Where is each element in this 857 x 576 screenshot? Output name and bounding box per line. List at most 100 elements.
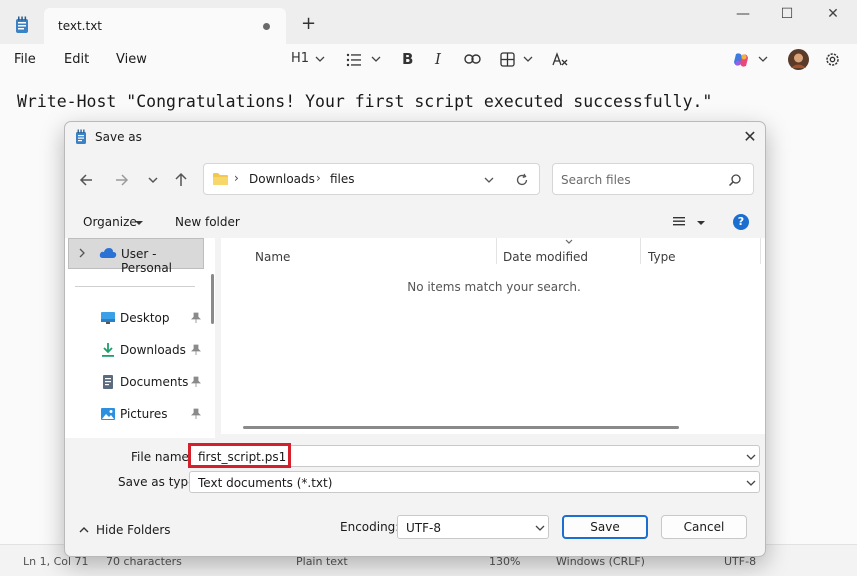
nav-item-label: Documents (120, 375, 189, 389)
help-button[interactable]: ? (733, 214, 749, 230)
italic-icon[interactable]: I (435, 50, 441, 70)
notepad-icon (76, 129, 86, 144)
copilot-icon[interactable] (732, 51, 750, 69)
chevron-down-icon[interactable] (757, 53, 769, 65)
breadcrumb-files[interactable]: files (330, 172, 355, 186)
list-icon[interactable] (346, 53, 362, 67)
chevron-down-icon[interactable] (370, 53, 382, 65)
up-arrow-icon[interactable] (169, 168, 193, 192)
tab-text-txt[interactable]: text.txt (44, 8, 286, 44)
breadcrumb-separator-icon[interactable]: › (234, 171, 239, 185)
expand-chevron-icon[interactable] (78, 248, 86, 258)
nav-item-desktop[interactable]: Desktop (65, 306, 205, 330)
address-bar[interactable]: › Downloads › files (203, 163, 540, 195)
nav-item-onedrive[interactable]: User - Personal (68, 238, 204, 275)
nav-item-downloads[interactable]: Downloads (65, 338, 205, 362)
column-divider[interactable] (496, 238, 497, 264)
nav-item-documents[interactable]: Documents (65, 370, 205, 394)
table-icon[interactable] (500, 52, 515, 67)
menu-edit[interactable]: Edit (64, 52, 89, 67)
menu-view[interactable]: View (116, 52, 147, 67)
chevron-down-icon[interactable] (483, 174, 495, 186)
nav-divider (75, 286, 195, 287)
save-as-type-select[interactable]: Text documents (*.txt) (189, 471, 760, 493)
view-options-icon[interactable] (672, 216, 686, 228)
folder-icon (213, 173, 228, 185)
horizontal-scrollbar[interactable] (243, 426, 679, 429)
save-as-type-value: Text documents (*.txt) (198, 476, 333, 490)
dialog-title: Save as (95, 130, 142, 144)
cancel-button[interactable]: Cancel (661, 515, 747, 539)
menu-bar: File Edit View H1 B I (0, 44, 857, 76)
pictures-icon (101, 408, 115, 420)
notepad-icon (16, 16, 28, 33)
encoding-select[interactable]: UTF-8 (397, 515, 549, 539)
sort-chevron-icon (565, 239, 573, 244)
tab-title: text.txt (58, 19, 103, 33)
refresh-icon[interactable] (515, 173, 529, 187)
chevron-down-icon[interactable] (745, 451, 757, 463)
column-header-type[interactable]: Type (648, 250, 676, 264)
chevron-down-icon[interactable] (522, 53, 534, 65)
link-icon[interactable] (464, 53, 481, 65)
chevron-down-icon[interactable] (314, 53, 326, 65)
nav-item-desktop[interactable] (65, 428, 205, 452)
new-tab-button[interactable]: + (301, 15, 316, 33)
back-arrow-icon[interactable] (75, 168, 99, 192)
save-button[interactable]: Save (562, 515, 648, 539)
title-bar: text.txt + — ☐ ✕ (0, 0, 857, 44)
gear-icon[interactable] (824, 51, 841, 68)
avatar[interactable] (788, 49, 809, 70)
save-as-type-label: Save as type: (118, 475, 200, 489)
breadcrumb-downloads[interactable]: Downloads (249, 172, 315, 186)
pin-icon[interactable] (191, 376, 201, 388)
empty-message: No items match your search. (407, 280, 581, 294)
editor-text[interactable]: Write-Host "Congratulations! Your first … (17, 92, 712, 111)
caret-down-icon[interactable] (134, 218, 144, 228)
pin-icon[interactable] (191, 344, 201, 356)
column-divider[interactable] (760, 238, 761, 264)
recent-locations-chevron-icon[interactable] (141, 168, 165, 192)
new-folder-button[interactable]: New folder (175, 215, 240, 229)
menu-file[interactable]: File (14, 52, 36, 67)
heading-button[interactable]: H1 (291, 51, 309, 71)
column-header-date-modified[interactable]: Date modified (503, 250, 588, 264)
nav-item-label: User - Personal (121, 247, 173, 275)
nav-scrollbar[interactable] (211, 274, 214, 324)
search-input[interactable]: Search files (552, 163, 754, 195)
file-list[interactable]: Name Date modified Type No items match y… (221, 238, 765, 434)
close-window-button[interactable]: ✕ (818, 6, 848, 26)
encoding-label: Encoding: (340, 520, 400, 534)
chevron-down-icon[interactable] (745, 477, 757, 489)
breadcrumb-separator-icon[interactable]: › (316, 171, 321, 185)
file-name-label: File name: (131, 450, 193, 464)
minimize-button[interactable]: — (728, 6, 758, 26)
highlight-box (188, 443, 291, 468)
column-divider[interactable] (640, 238, 641, 264)
search-placeholder: Search files (561, 173, 631, 187)
nav-item-label: Desktop (120, 311, 170, 325)
encoding-value: UTF-8 (406, 521, 441, 535)
nav-item-pictures[interactable]: Pictures (65, 402, 205, 426)
dialog-close-button[interactable]: ✕ (737, 126, 763, 148)
forward-arrow-icon[interactable] (109, 168, 133, 192)
hide-folders-button[interactable]: Hide Folders (96, 523, 171, 537)
column-header-name[interactable]: Name (255, 250, 290, 264)
unsaved-dot-icon[interactable] (263, 23, 270, 30)
bold-icon[interactable]: B (402, 50, 413, 70)
chevron-down-icon[interactable] (534, 522, 546, 534)
documents-icon (103, 375, 113, 389)
caret-down-icon[interactable] (696, 218, 706, 228)
collapse-chevron-icon[interactable] (79, 525, 89, 535)
desktop-icon (101, 312, 115, 324)
nav-item-label: Pictures (120, 407, 168, 421)
pin-icon[interactable] (191, 408, 201, 420)
organize-button[interactable]: Organize (83, 215, 137, 229)
download-icon (102, 343, 114, 357)
onedrive-cloud-icon (99, 248, 117, 258)
pin-icon[interactable] (191, 312, 201, 324)
clear-formatting-icon[interactable] (552, 52, 569, 67)
search-icon[interactable] (728, 173, 742, 187)
maximize-button[interactable]: ☐ (772, 6, 802, 26)
nav-item-label: Downloads (120, 343, 186, 357)
